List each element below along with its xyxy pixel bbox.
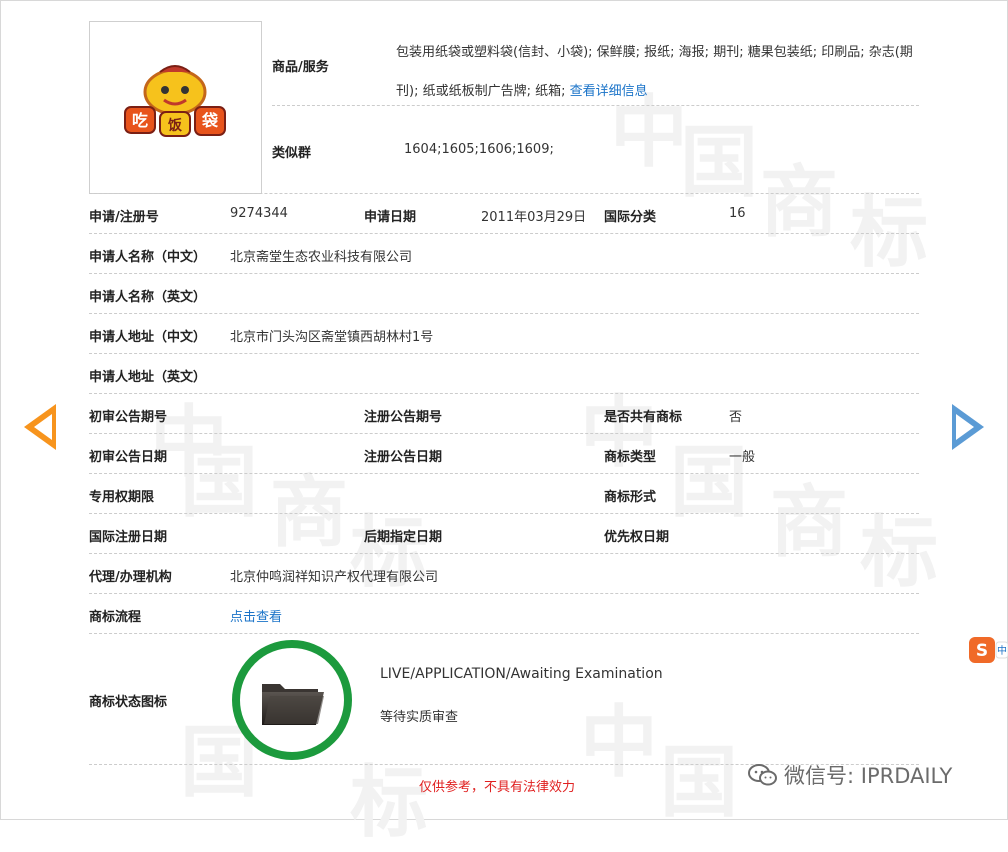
watermark: 标 (350, 758, 429, 848)
status-chinese: 等待实质审查 (380, 710, 459, 725)
watermark: 商 (760, 158, 839, 248)
field-value: 2011年03月29日 (481, 210, 587, 225)
divider (89, 433, 919, 434)
watermark: 中 (580, 388, 659, 478)
svg-text:S: S (976, 641, 988, 661)
svg-text:饭: 饭 (167, 117, 183, 134)
field-value: 北京仲鸣润祥知识产权代理有限公司 (230, 570, 439, 585)
svg-text:吃: 吃 (132, 111, 148, 130)
sogou-icon[interactable]: S 中 (968, 636, 1008, 664)
process-view-link[interactable]: 点击查看 (230, 606, 282, 625)
watermark: 国 (180, 438, 259, 528)
field-label: 注册公告期号 (364, 410, 443, 425)
field-label: 申请人名称（英文） (89, 290, 207, 305)
wechat-watermark: 微信号: IPRDAILY (748, 760, 952, 790)
status-icon (232, 640, 352, 760)
watermark: 商 (270, 468, 349, 558)
wechat-id: 微信号: IPRDAILY (784, 764, 953, 788)
divider (89, 633, 919, 634)
goods-text: 包装用纸袋或塑料袋(信封、小袋); 保鲜膜; 报纸; 海报; 期刊; 糖果包装纸… (396, 33, 916, 111)
divider (89, 593, 919, 594)
similar-group-value: 1604;1605;1606;1609; (404, 142, 554, 157)
field-label: 初审公告期号 (89, 410, 168, 425)
divider (89, 513, 919, 514)
field-value: 16 (729, 206, 746, 221)
trademark-logo-image: 吃 饭 袋 (124, 65, 226, 137)
arrow-right-icon[interactable] (952, 404, 984, 450)
status-english: LIVE/APPLICATION/Awaiting Examination (380, 666, 663, 682)
field-label: 申请日期 (364, 210, 417, 225)
folder-icon (262, 684, 324, 725)
similar-group-label: 类似群 (272, 146, 312, 161)
trademark-logo: 吃 饭 袋 (89, 21, 262, 194)
divider (89, 273, 919, 274)
watermark: 标 (850, 188, 929, 278)
goods-label: 商品/服务 (272, 60, 329, 75)
arrow-left-icon[interactable] (24, 404, 56, 450)
field-label: 国际注册日期 (89, 530, 168, 545)
watermark: 国 (670, 438, 749, 528)
goods-detail-link[interactable]: 查看详细信息 (570, 84, 648, 99)
field-label: 申请/注册号 (89, 210, 159, 225)
svg-text:袋: 袋 (201, 111, 219, 130)
goods-list: 包装用纸袋或塑料袋(信封、小袋); 保鲜膜; 报纸; 海报; 期刊; 糖果包装纸… (396, 45, 913, 99)
divider (89, 553, 919, 554)
divider (89, 353, 919, 354)
wechat-icon (748, 764, 777, 786)
field-value: 北京斋堂生态农业科技有限公司 (230, 250, 413, 265)
divider (272, 105, 919, 106)
field-value: 一般 (729, 450, 756, 465)
watermark: 标 (350, 508, 429, 598)
field-label: 注册公告日期 (364, 450, 443, 465)
svg-text:中: 中 (997, 644, 1007, 657)
divider (89, 473, 919, 474)
field-label: 商标类型 (604, 450, 657, 465)
field-label: 申请人名称（中文） (89, 250, 207, 265)
disclaimer-text: 仅供参考，不具有法律效力 (419, 780, 576, 795)
watermark: 国 (680, 118, 759, 208)
field-label: 初审公告日期 (89, 450, 168, 465)
field-label: 专用权期限 (89, 490, 155, 505)
watermark: 国 (660, 738, 739, 828)
divider (89, 233, 919, 234)
divider (89, 393, 919, 394)
field-label: 申请人地址（中文） (89, 330, 207, 345)
field-value: 北京市门头沟区斋堂镇西胡林村1号 (230, 330, 434, 345)
watermark: 标 (860, 508, 939, 598)
field-label: 国际分类 (604, 210, 657, 225)
field-label: 商标形式 (604, 490, 657, 505)
divider (89, 193, 919, 194)
field-label: 申请人地址（英文） (89, 370, 207, 385)
field-label: 是否共有商标 (604, 410, 683, 425)
watermark: 商 (770, 478, 849, 568)
status-label: 商标状态图标 (89, 695, 168, 710)
field-value: 9274344 (230, 206, 288, 221)
field-value: 否 (729, 410, 743, 425)
field-label: 代理/办理机构 (89, 570, 172, 585)
field-label: 商标流程 (89, 610, 142, 625)
field-label: 优先权日期 (604, 530, 670, 545)
divider (89, 313, 919, 314)
field-label: 后期指定日期 (364, 530, 443, 545)
watermark: 中 (580, 698, 659, 788)
